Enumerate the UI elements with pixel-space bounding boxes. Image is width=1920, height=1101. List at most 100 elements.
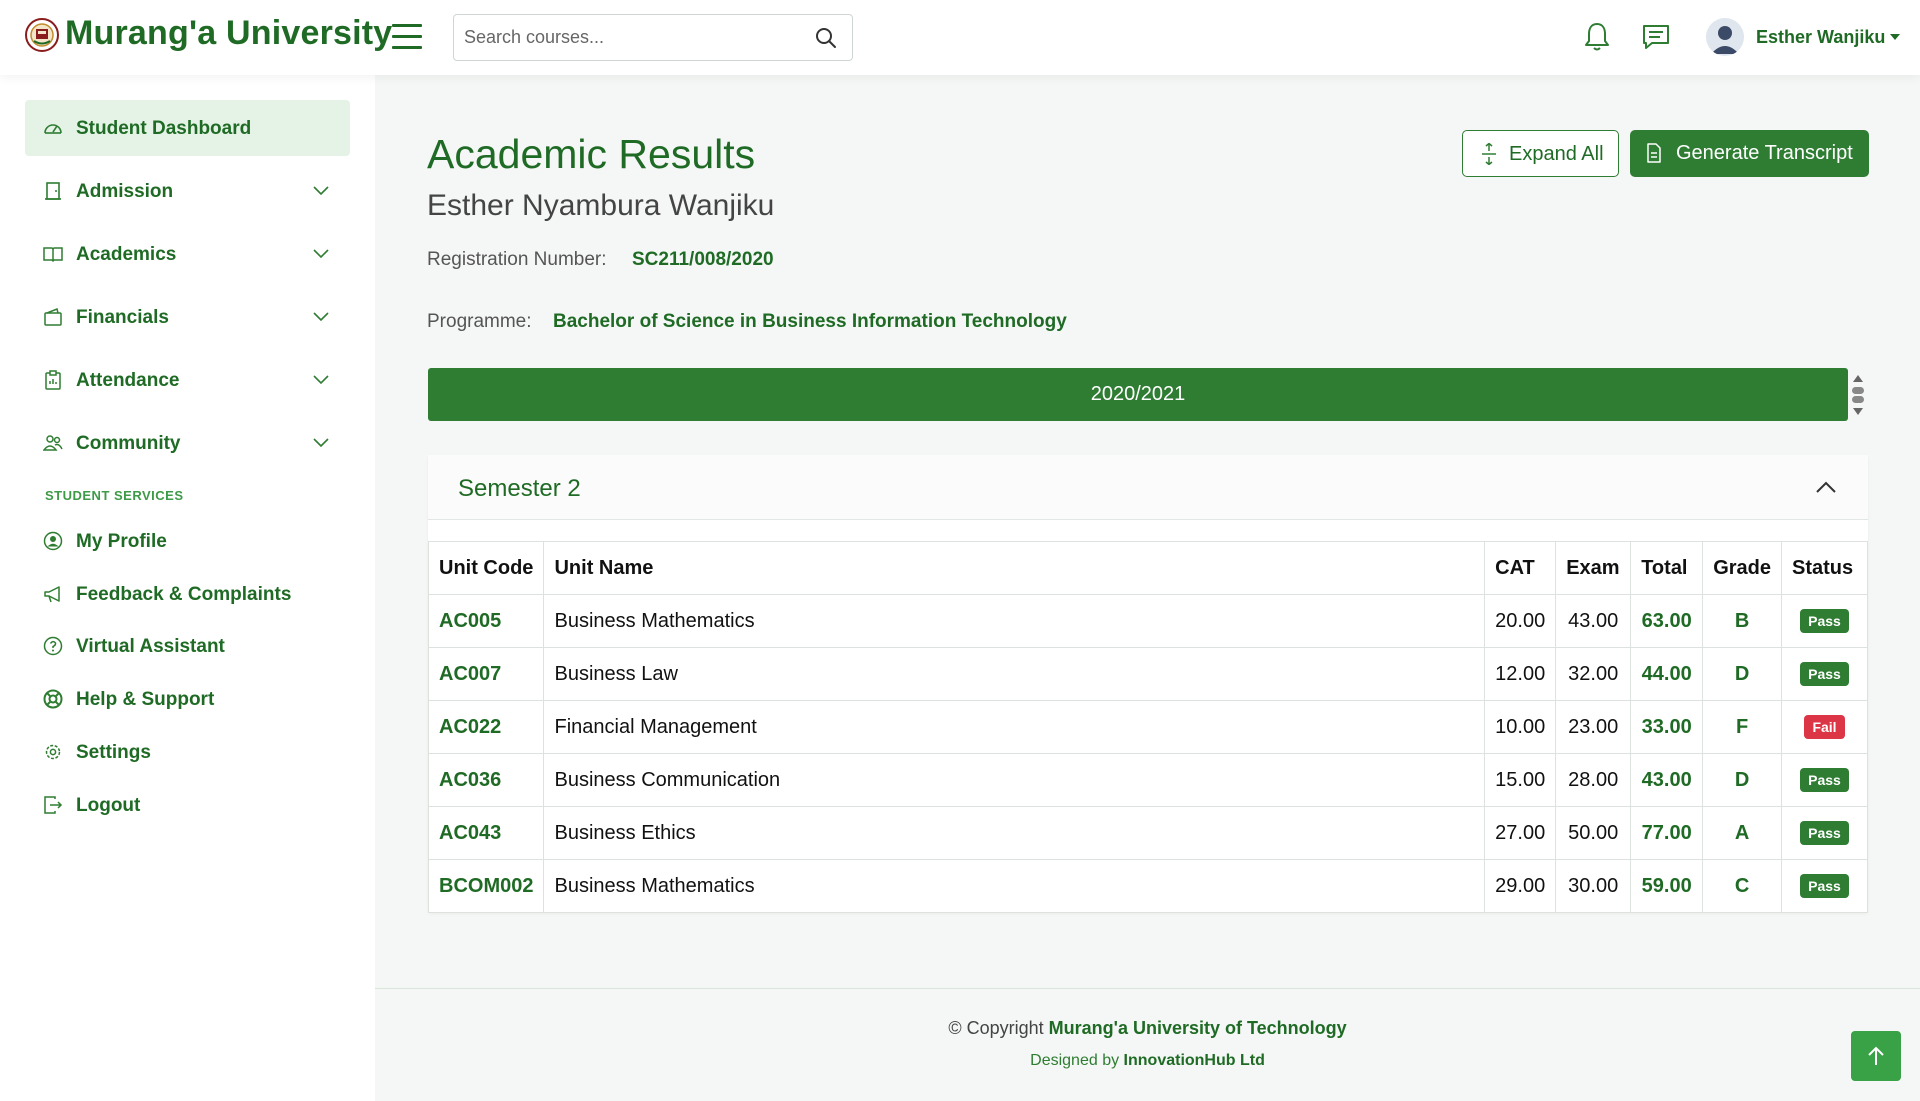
exam-score: 43.00 — [1555, 594, 1632, 648]
sidebar-item-label: Logout — [76, 795, 141, 816]
unit-code: BCOM002 — [427, 859, 545, 913]
status-cell: Pass — [1781, 594, 1868, 648]
generate-transcript-button[interactable]: Generate Transcript — [1630, 130, 1869, 177]
total-score: 59.00 — [1630, 859, 1704, 913]
sidebar-item-feedback-complaints[interactable]: Feedback & Complaints — [25, 566, 350, 622]
sidebar-item-attendance[interactable]: Attendance — [25, 352, 350, 408]
exam-score: 28.00 — [1555, 753, 1632, 807]
cat-score: 27.00 — [1484, 806, 1557, 860]
status-badge: Pass — [1800, 609, 1849, 633]
bell-icon[interactable] — [1583, 21, 1611, 53]
table-row: AC036 Business Communication 15.00 28.00… — [427, 753, 1868, 807]
brand-title[interactable]: Murang'a University — [65, 14, 392, 53]
user-avatar-icon — [1706, 18, 1744, 56]
dashboard-icon — [44, 124, 62, 134]
sidebar-item-student-dashboard[interactable]: Student Dashboard — [25, 100, 350, 156]
sidebar-item-label: Virtual Assistant — [76, 636, 225, 657]
logout-icon — [44, 796, 63, 814]
unit-name: Business Communication — [543, 753, 1486, 807]
lifebuoy-icon — [43, 689, 63, 709]
avatar[interactable] — [1706, 18, 1744, 56]
chevron-down-icon — [313, 249, 329, 259]
university-logo[interactable] — [24, 17, 60, 53]
results-table: Unit Code Unit Name CAT Exam Total Grade… — [427, 541, 1868, 913]
table-row: AC022 Financial Management 10.00 23.00 3… — [427, 700, 1868, 754]
sidebar-item-label: Attendance — [76, 370, 180, 391]
unit-code: AC007 — [427, 647, 545, 701]
registration-label: Registration Number: — [427, 249, 607, 270]
arrow-up-icon — [1868, 1046, 1884, 1065]
footer-designed-by: Designed by InnovationHub Ltd — [375, 1052, 1920, 1070]
unit-name: Business Mathematics — [543, 594, 1486, 648]
search-input[interactable] — [454, 15, 794, 60]
semester-title: Semester 2 — [458, 475, 581, 502]
total-score: 77.00 — [1630, 806, 1704, 860]
sidebar-item-label: Admission — [76, 181, 174, 202]
designed-prefix: Designed by — [1030, 1052, 1120, 1069]
expand-all-button[interactable]: Expand All — [1462, 130, 1619, 177]
registration-number: SC211/008/2020 — [632, 249, 774, 270]
status-cell: Fail — [1781, 700, 1868, 754]
semester-card: Semester 2 Unit Code Unit Name CAT Exam … — [427, 455, 1868, 913]
column-header-unit-name: Unit Name — [543, 541, 1486, 595]
column-header-exam: Exam — [1555, 541, 1632, 595]
academic-year-tab[interactable]: 2020/2021 — [428, 368, 1848, 421]
sidebar-item-label: Academics — [76, 244, 177, 265]
table-row: AC043 Business Ethics 27.00 50.00 77.00 … — [427, 806, 1868, 860]
status-cell: Pass — [1781, 753, 1868, 807]
user-menu-caret-icon[interactable] — [1890, 34, 1900, 40]
unit-name: Business Ethics — [543, 806, 1486, 860]
exam-score: 32.00 — [1555, 647, 1632, 701]
clipboard-icon — [45, 370, 61, 390]
total-score: 63.00 — [1630, 594, 1704, 648]
status-badge: Pass — [1800, 874, 1849, 898]
people-icon — [43, 435, 63, 451]
expand-vertical-icon — [1482, 143, 1496, 165]
chevron-down-icon — [313, 438, 329, 448]
total-score: 33.00 — [1630, 700, 1704, 754]
total-score: 44.00 — [1630, 647, 1704, 701]
sidebar-item-admission[interactable]: Admission — [25, 163, 350, 219]
scroll-arrows-icon[interactable] — [1851, 372, 1865, 418]
copyright-org-link[interactable]: Murang'a University of Technology — [1049, 1018, 1347, 1038]
column-header-cat: CAT — [1484, 541, 1557, 595]
table-row: BCOM002 Business Mathematics 29.00 30.00… — [427, 859, 1868, 913]
top-header: Murang'a University Esther Wanjiku — [0, 0, 1920, 75]
footer-copyright: © Copyright Murang'a University of Techn… — [375, 1018, 1920, 1039]
sidebar-item-logout[interactable]: Logout — [25, 777, 350, 833]
sidebar-item-my-profile[interactable]: My Profile — [25, 513, 350, 569]
exam-score: 50.00 — [1555, 806, 1632, 860]
status-badge: Fail — [1804, 715, 1845, 739]
sidebar-item-settings[interactable]: Settings — [25, 724, 350, 780]
user-name[interactable]: Esther Wanjiku — [1756, 27, 1885, 48]
back-to-top-button[interactable] — [1851, 1031, 1901, 1081]
column-header-grade: Grade — [1702, 541, 1782, 595]
chevron-down-icon — [313, 186, 329, 196]
chevron-down-icon — [313, 375, 329, 385]
grade: C — [1702, 859, 1782, 913]
sidebar-item-label: Settings — [76, 742, 151, 763]
wallet-icon — [44, 307, 62, 326]
grade: D — [1702, 647, 1782, 701]
search-icon[interactable] — [814, 26, 838, 50]
document-icon — [1647, 143, 1661, 163]
chevron-up-icon[interactable] — [1814, 479, 1838, 495]
designer-link[interactable]: InnovationHub Ltd — [1124, 1052, 1265, 1069]
status-badge: Pass — [1800, 768, 1849, 792]
expand-all-label: Expand All — [1509, 143, 1604, 165]
sidebar-item-help-support[interactable]: Help & Support — [25, 671, 350, 727]
generate-transcript-label: Generate Transcript — [1676, 142, 1853, 164]
semester-header[interactable]: Semester 2 — [428, 455, 1868, 520]
unit-code: AC043 — [427, 806, 545, 860]
menu-toggle-icon[interactable] — [392, 24, 422, 50]
sidebar: Student Dashboard Admission Academics Fi… — [0, 75, 375, 1101]
sidebar-item-academics[interactable]: Academics — [25, 226, 350, 282]
sidebar-item-label: Help & Support — [76, 689, 215, 710]
copyright-prefix: © Copyright — [948, 1018, 1044, 1038]
sidebar-item-financials[interactable]: Financials — [25, 289, 350, 345]
sidebar-item-virtual-assistant[interactable]: Virtual Assistant — [25, 618, 350, 674]
cat-score: 15.00 — [1484, 753, 1557, 807]
sidebar-item-community[interactable]: Community — [25, 415, 350, 471]
exam-score: 23.00 — [1555, 700, 1632, 754]
chat-icon[interactable] — [1641, 22, 1671, 52]
